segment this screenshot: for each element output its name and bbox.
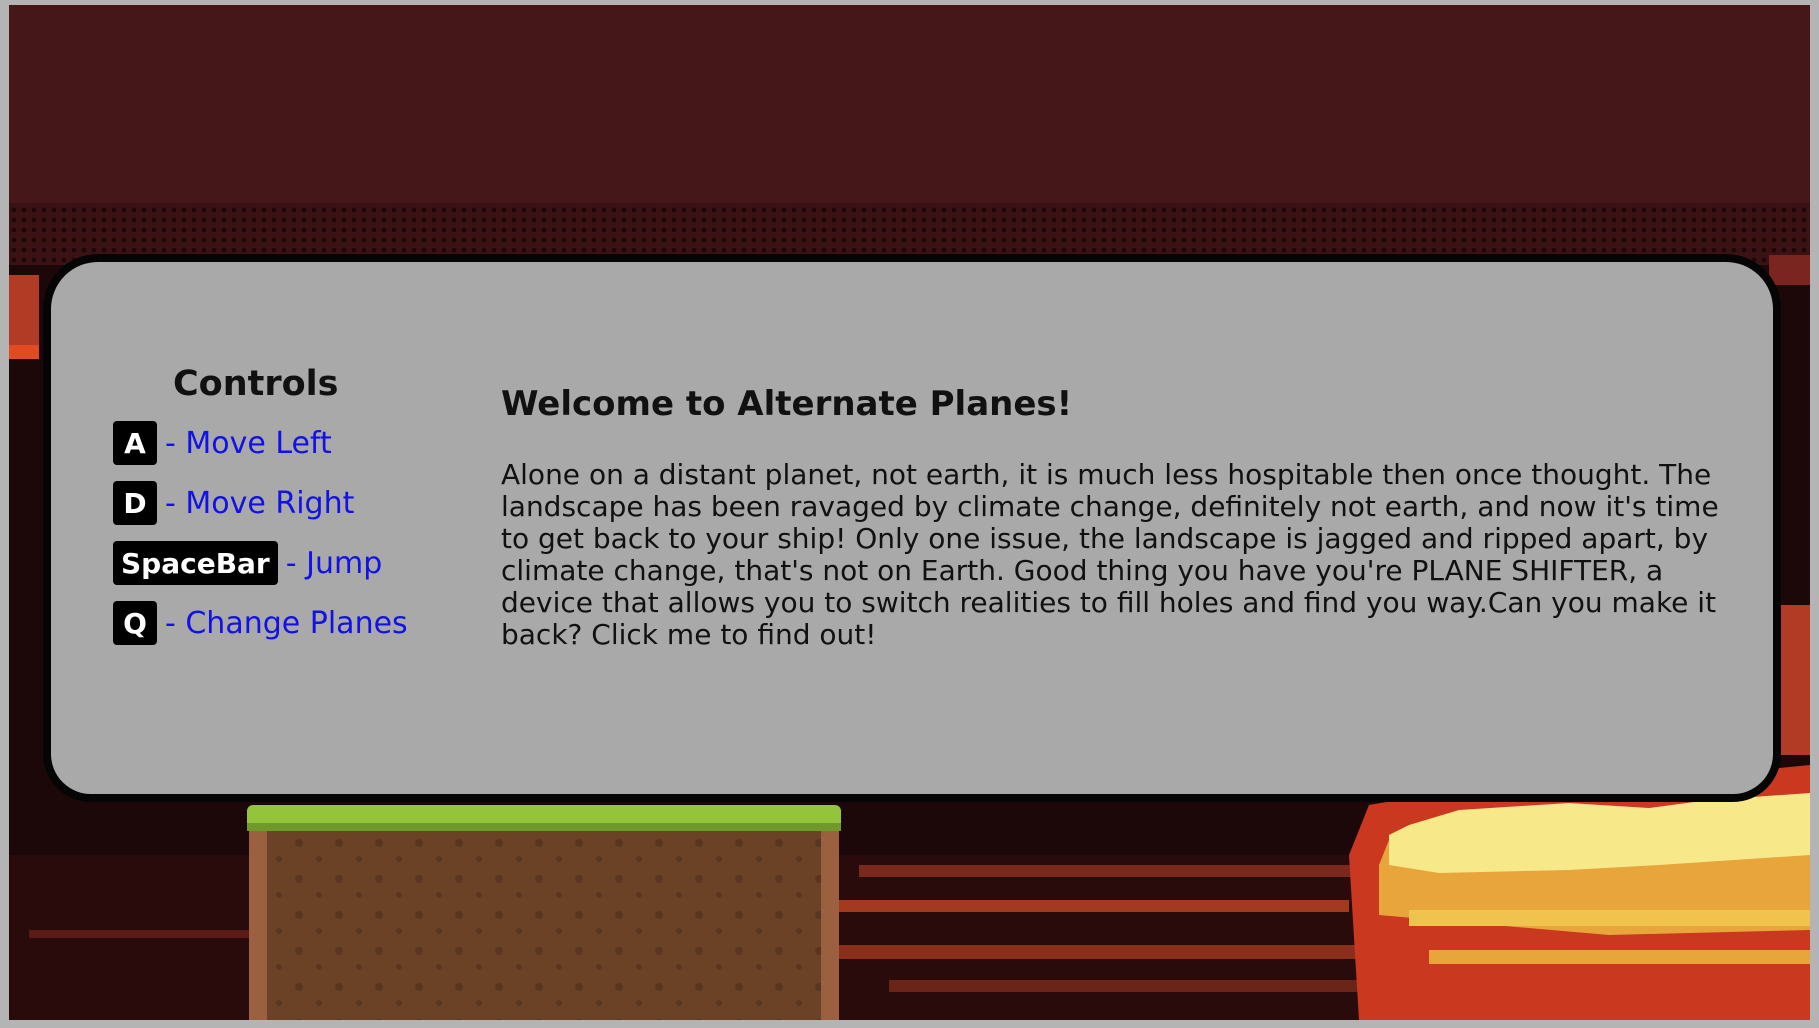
move-right-label: - Move Right <box>165 485 355 521</box>
game-canvas[interactable]: Controls A - Move Left D - Move Right Sp… <box>9 5 1810 1020</box>
welcome-body-start-link[interactable]: Alone on a distant planet, not earth, it… <box>501 459 1736 651</box>
controls-section: Controls A - Move Left D - Move Right Sp… <box>113 362 453 646</box>
move-left-label: - Move Left <box>165 425 332 461</box>
info-panel: Controls A - Move Left D - Move Right Sp… <box>43 254 1781 802</box>
change-planes-label: - Change Planes <box>165 605 408 641</box>
control-row-change-planes: Q - Change Planes <box>113 600 453 646</box>
welcome-section: Welcome to Alternate Planes! Alone on a … <box>501 383 1736 651</box>
key-a-badge: A <box>113 421 157 465</box>
controls-title: Controls <box>173 364 339 404</box>
control-row-move-right: D - Move Right <box>113 480 453 526</box>
welcome-title: Welcome to Alternate Planes! <box>501 384 1073 424</box>
key-q-badge: Q <box>113 601 157 645</box>
control-row-move-left: A - Move Left <box>113 420 453 466</box>
key-d-badge: D <box>113 481 157 525</box>
key-spacebar-badge: SpaceBar <box>113 541 278 585</box>
control-row-jump: SpaceBar - Jump <box>113 540 453 586</box>
jump-label: - Jump <box>285 545 383 581</box>
